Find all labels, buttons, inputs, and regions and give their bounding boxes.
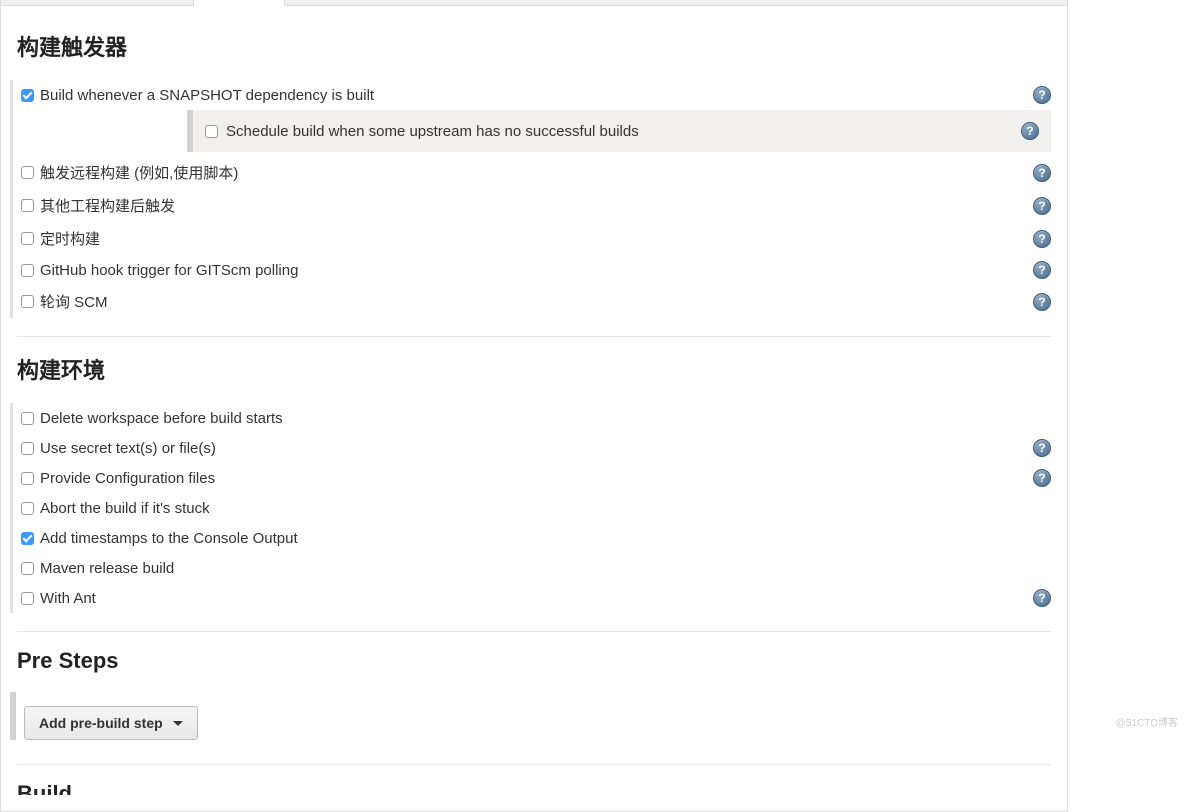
divider bbox=[17, 631, 1051, 632]
checkbox-snapshot[interactable] bbox=[21, 89, 34, 102]
help-icon[interactable]: ? bbox=[1033, 469, 1051, 487]
option-maven-release: Maven release build bbox=[17, 553, 1051, 583]
checkbox-delete-ws[interactable] bbox=[21, 412, 34, 425]
divider bbox=[17, 764, 1051, 765]
divider bbox=[17, 336, 1051, 337]
option-github-hook: GitHub hook trigger for GITScm polling ? bbox=[17, 255, 1051, 285]
section-heading-pre-steps: Pre Steps bbox=[17, 648, 1051, 674]
label-github-hook[interactable]: GitHub hook trigger for GITScm polling bbox=[40, 262, 1025, 279]
label-delete-ws[interactable]: Delete workspace before build starts bbox=[40, 410, 1051, 427]
option-with-ant: With Ant ? bbox=[17, 583, 1051, 613]
chevron-down-icon bbox=[173, 721, 183, 726]
option-poll-scm: 轮询 SCM ? bbox=[17, 285, 1051, 318]
option-remote: 触发远程构建 (例如,使用脚本) ? bbox=[17, 156, 1051, 189]
checkbox-config-files[interactable] bbox=[21, 472, 34, 485]
help-icon[interactable]: ? bbox=[1033, 197, 1051, 215]
label-periodic[interactable]: 定时构建 bbox=[40, 228, 1025, 249]
watermark: @51CTO博客 bbox=[1116, 714, 1178, 729]
checkbox-remote[interactable] bbox=[21, 166, 34, 179]
help-icon[interactable]: ? bbox=[1033, 261, 1051, 279]
label-secret[interactable]: Use secret text(s) or file(s) bbox=[40, 440, 1025, 457]
checkbox-timestamps[interactable] bbox=[21, 532, 34, 545]
help-icon[interactable]: ? bbox=[1033, 439, 1051, 457]
tab-inactive-left[interactable] bbox=[1, 0, 194, 5]
content-area: 构建触发器 Build whenever a SNAPSHOT dependen… bbox=[1, 6, 1067, 811]
label-poll-scm[interactable]: 轮询 SCM bbox=[40, 291, 1025, 312]
help-icon[interactable]: ? bbox=[1033, 589, 1051, 607]
option-secret: Use secret text(s) or file(s) ? bbox=[17, 433, 1051, 463]
checkbox-with-ant[interactable] bbox=[21, 592, 34, 605]
section-heading-build-triggers: 构建触发器 bbox=[17, 30, 1051, 62]
option-config-files: Provide Configuration files ? bbox=[17, 463, 1051, 493]
help-icon[interactable]: ? bbox=[1021, 122, 1039, 140]
label-timestamps[interactable]: Add timestamps to the Console Output bbox=[40, 530, 1051, 547]
tab-active[interactable] bbox=[194, 0, 285, 6]
label-maven-release[interactable]: Maven release build bbox=[40, 560, 1051, 577]
option-abort-stuck: Abort the build if it's stuck bbox=[17, 493, 1051, 523]
help-icon[interactable]: ? bbox=[1033, 293, 1051, 311]
help-icon[interactable]: ? bbox=[1033, 230, 1051, 248]
label-snapshot[interactable]: Build whenever a SNAPSHOT dependency is … bbox=[40, 87, 1025, 104]
checkbox-abort-stuck[interactable] bbox=[21, 502, 34, 515]
section-heading-build: Build bbox=[17, 781, 1051, 795]
build-triggers-block: Build whenever a SNAPSHOT dependency is … bbox=[10, 80, 1051, 318]
config-panel: 构建触发器 Build whenever a SNAPSHOT dependen… bbox=[0, 0, 1068, 812]
option-timestamps: Add timestamps to the Console Output bbox=[17, 523, 1051, 553]
pre-steps-block: Add pre-build step bbox=[10, 692, 198, 740]
option-after-other: 其他工程构建后触发 ? bbox=[17, 189, 1051, 222]
label-abort-stuck[interactable]: Abort the build if it's stuck bbox=[40, 500, 1051, 517]
button-label: Add pre-build step bbox=[39, 715, 163, 731]
option-periodic: 定时构建 ? bbox=[17, 222, 1051, 255]
checkbox-after-other[interactable] bbox=[21, 199, 34, 212]
label-remote[interactable]: 触发远程构建 (例如,使用脚本) bbox=[40, 162, 1025, 183]
checkbox-maven-release[interactable] bbox=[21, 562, 34, 575]
checkbox-poll-scm[interactable] bbox=[21, 295, 34, 308]
label-schedule-upstream[interactable]: Schedule build when some upstream has no… bbox=[226, 123, 1013, 140]
checkbox-secret[interactable] bbox=[21, 442, 34, 455]
label-config-files[interactable]: Provide Configuration files bbox=[40, 470, 1025, 487]
help-icon[interactable]: ? bbox=[1033, 164, 1051, 182]
option-snapshot: Build whenever a SNAPSHOT dependency is … bbox=[17, 80, 1051, 110]
checkbox-periodic[interactable] bbox=[21, 232, 34, 245]
label-with-ant[interactable]: With Ant bbox=[40, 590, 1025, 607]
help-icon[interactable]: ? bbox=[1033, 86, 1051, 104]
tab-inactive-right bbox=[285, 0, 1067, 5]
label-after-other[interactable]: 其他工程构建后触发 bbox=[40, 195, 1025, 216]
option-schedule-upstream: Schedule build when some upstream has no… bbox=[187, 110, 1051, 152]
option-delete-ws: Delete workspace before build starts bbox=[17, 403, 1051, 433]
checkbox-schedule-upstream[interactable] bbox=[205, 125, 218, 138]
checkbox-github-hook[interactable] bbox=[21, 264, 34, 277]
build-env-block: Delete workspace before build starts Use… bbox=[10, 403, 1051, 613]
section-heading-build-env: 构建环境 bbox=[17, 353, 1051, 385]
